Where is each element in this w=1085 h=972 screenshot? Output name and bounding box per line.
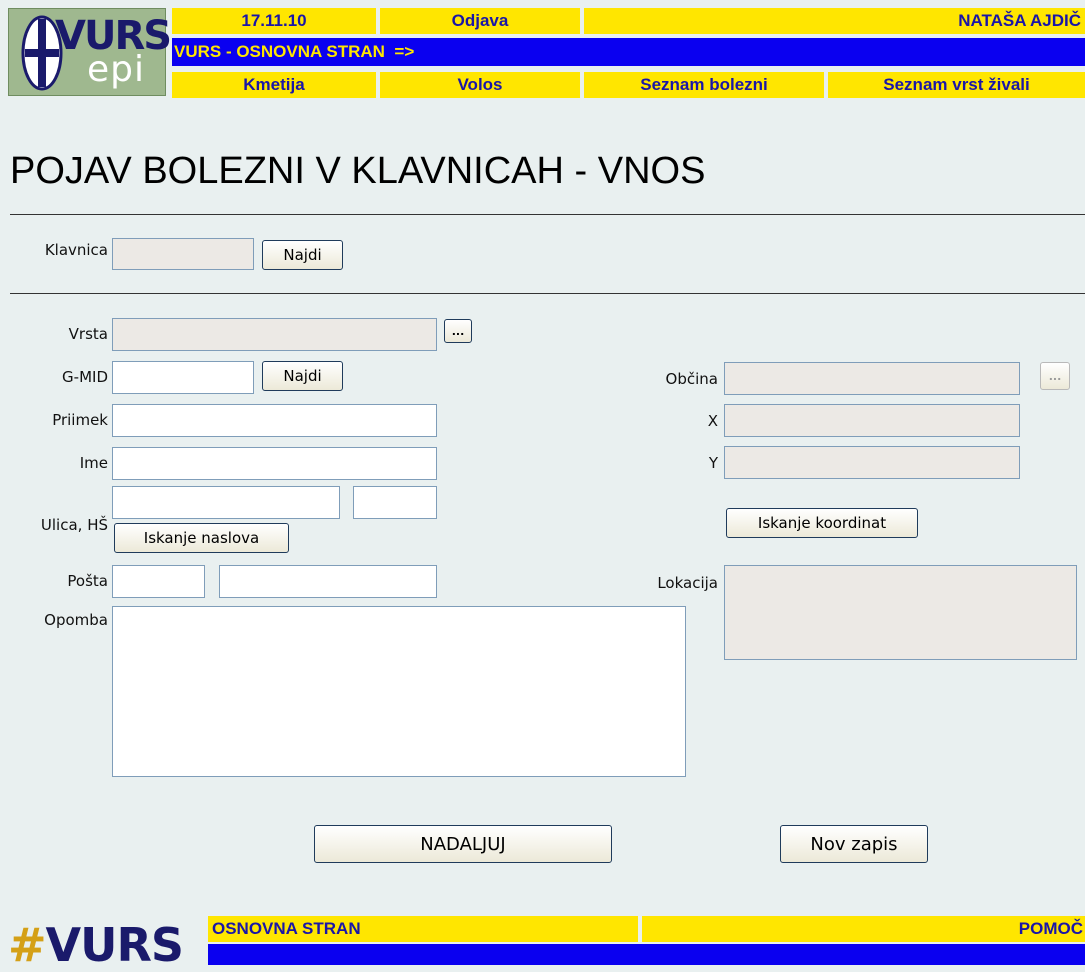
footer-blue-bar — [208, 944, 1085, 965]
obcina-label: Občina — [665, 370, 718, 388]
obcina-browse-button[interactable]: ... — [1040, 362, 1070, 390]
opomba-label: Opomba — [44, 611, 108, 629]
footer-logo-text: VURS — [45, 918, 185, 972]
klavnica-najdi-button[interactable]: Najdi — [262, 240, 343, 270]
priimek-field[interactable] — [112, 404, 437, 437]
vrsta-label: Vrsta — [68, 325, 108, 343]
nadaljuj-button[interactable]: NADALJUJ — [314, 825, 612, 863]
lokacija-field[interactable] — [724, 565, 1077, 660]
hisna-stevilka-field[interactable] — [353, 486, 437, 519]
nav-volos[interactable]: Volos — [380, 72, 580, 98]
x-label: X — [707, 412, 718, 430]
nav-seznam-vrst-zivali[interactable]: Seznam vrst živali — [828, 72, 1085, 98]
logout-link[interactable]: Odjava — [380, 8, 580, 34]
posta-field[interactable] — [219, 565, 437, 598]
nov-zapis-button[interactable]: Nov zapis — [780, 825, 928, 863]
y-label: Y — [708, 454, 718, 472]
lokacija-label: Lokacija — [657, 574, 718, 592]
klavnica-field[interactable] — [112, 238, 254, 270]
postna-stevilka-field[interactable] — [112, 565, 205, 598]
breadcrumb-link[interactable]: VURS - OSNOVNA STRAN => — [174, 38, 414, 66]
nav-kmetija[interactable]: Kmetija — [172, 72, 376, 98]
date-label: 17.11.10 — [241, 11, 307, 30]
divider — [10, 214, 1085, 215]
divider — [10, 293, 1085, 294]
user-name: NATAŠA AJDIČ — [958, 11, 1081, 30]
footer-help-link[interactable]: POMOČ — [900, 916, 1085, 942]
x-coordinate-field[interactable] — [724, 404, 1020, 437]
obcina-field[interactable] — [724, 362, 1020, 395]
vurs-epi-logo[interactable]: VURS epi — [8, 8, 172, 96]
posta-label: Pošta — [67, 572, 108, 590]
ime-field[interactable] — [112, 447, 437, 480]
iskanje-koordinat-button[interactable]: Iskanje koordinat — [726, 508, 918, 538]
klavnica-label: Klavnica — [44, 241, 108, 259]
footer-logo-hash: # — [8, 918, 47, 972]
gmid-najdi-button[interactable]: Najdi — [262, 361, 343, 391]
footer-logo: #VURS — [8, 918, 185, 972]
ulica-label: Ulica, HŠ — [40, 516, 108, 534]
iskanje-naslova-button[interactable]: Iskanje naslova — [114, 523, 289, 553]
y-coordinate-field[interactable] — [724, 446, 1020, 479]
gmid-field[interactable] — [112, 361, 254, 394]
footer-home-link[interactable]: OSNOVNA STRAN — [212, 916, 361, 942]
logo-subtext: epi — [87, 49, 146, 90]
opomba-textarea[interactable] — [112, 606, 686, 777]
page-title: POJAV BOLEZNI V KLAVNICAH - VNOS — [10, 150, 706, 192]
nav-seznam-bolezni[interactable]: Seznam bolezni — [584, 72, 824, 98]
gmid-label: G-MID — [62, 368, 108, 386]
ime-label: Ime — [79, 454, 108, 472]
vrsta-field[interactable] — [112, 318, 437, 351]
priimek-label: Priimek — [52, 411, 108, 429]
vrsta-browse-button[interactable]: ... — [444, 319, 472, 343]
ulica-field[interactable] — [112, 486, 340, 519]
